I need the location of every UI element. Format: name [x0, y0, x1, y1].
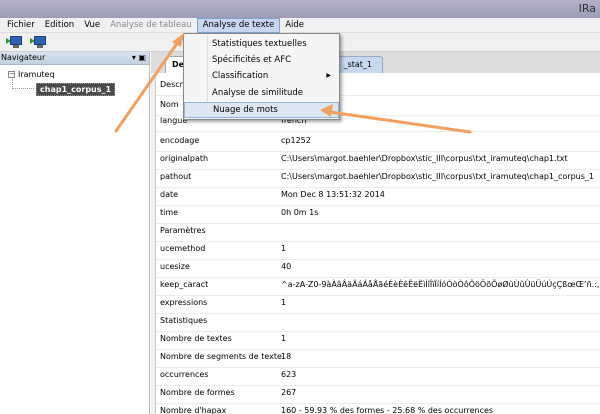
navigator-title: Navigateur	[1, 53, 46, 62]
property-key: Nombre de textes	[160, 334, 232, 343]
menu-item-label: Classification	[212, 71, 269, 81]
property-key: time	[160, 208, 179, 217]
tree-connector	[12, 79, 34, 89]
property-value: 18	[281, 352, 292, 361]
app-title: IRa	[578, 2, 596, 15]
property-key: occurrences	[160, 370, 209, 379]
title-bar: IRa	[0, 0, 600, 18]
property-value: C:\Users\margot.baehler\Dropbox\stic_III…	[281, 154, 568, 163]
property-key: ucemethod	[160, 244, 206, 253]
property-value: 40	[281, 262, 292, 271]
tree-node-corpus[interactable]: chap1_corpus_1	[36, 83, 116, 96]
property-key: Statistiques	[160, 316, 208, 325]
property-key: originalpath	[160, 154, 209, 163]
menu-bar: Fichier Edition Vue Analyse de tableau A…	[0, 17, 600, 33]
menu-item-specificites-afc[interactable]: Spécificités et AFC	[184, 52, 339, 68]
property-key: keep_caract	[160, 280, 209, 289]
menu-analyse-de-tableau[interactable]: Analyse de tableau	[105, 18, 197, 33]
property-key: Nom	[160, 100, 179, 109]
property-value: 0h 0m 1s	[281, 208, 319, 217]
property-value: 1	[281, 298, 287, 307]
submenu-arrow-icon: ▶	[326, 72, 331, 79]
property-value: 1	[281, 244, 287, 253]
property-value: C:\Users\margot.baehler\Dropbox\stic_III…	[281, 172, 595, 181]
property-value: 623	[281, 370, 297, 379]
menu-item-nuage-de-mots[interactable]: Nuage de mots	[184, 102, 339, 118]
menu-aide[interactable]: Aide	[280, 18, 309, 33]
monitor-icon	[10, 36, 22, 45]
menu-edition[interactable]: Edition	[40, 18, 79, 33]
navigator-header: Navigateur ▾ ▣	[0, 52, 149, 65]
tree-node-iramuteq[interactable]: − Iramuteq	[8, 70, 55, 79]
navigator-panel: Navigateur ▾ ▣ − Iramuteq chap1_corpus_1	[0, 52, 150, 414]
property-key: date	[160, 190, 179, 199]
monitor-stand-icon	[37, 45, 43, 48]
property-value: Mon Dec 8 13:51:32 2014	[281, 190, 385, 199]
menu-item-classification[interactable]: Classification ▶	[184, 68, 339, 84]
properties-table: Descrip Nom langue french encodage cp1252 …	[155, 73, 600, 414]
property-value: cp1252	[281, 136, 311, 145]
menu-analyse-de-texte[interactable]: Analyse de texte	[196, 17, 281, 33]
tree-node-label: Iramuteq	[18, 70, 55, 79]
property-key: pathout	[160, 172, 192, 181]
menu-fichier[interactable]: Fichier	[2, 18, 40, 33]
open-corpus-button[interactable]	[6, 35, 22, 49]
property-value: 160 - 59.93 % des formes - 25.68 % des o…	[281, 406, 494, 414]
property-value: 267	[281, 388, 297, 397]
monitor-stand-icon	[13, 45, 19, 48]
property-key: expressions	[160, 298, 208, 307]
analyse-de-texte-dropdown: Statistiques textuelles Spécificités et …	[183, 33, 340, 120]
menu-item-analyse-de-similitude[interactable]: Analyse de similitude	[184, 85, 339, 101]
open-analysis-button[interactable]	[30, 35, 46, 49]
property-key: ucesize	[160, 262, 190, 271]
menu-vue[interactable]: Vue	[79, 18, 105, 33]
property-value: 1	[281, 334, 287, 343]
property-key: Nombre de segments de texte	[160, 352, 282, 361]
collapse-icon[interactable]: −	[8, 71, 15, 78]
property-key: Paramètres	[160, 226, 206, 235]
property-key: Nombre d'hapax	[160, 406, 227, 414]
table-row: Nombre d'hapax 160 - 59.93 % des formes -…	[156, 399, 600, 414]
panel-controls-icon[interactable]: ▾ ▣	[132, 53, 146, 63]
property-key: encodage	[160, 136, 200, 145]
monitor-icon	[34, 36, 46, 45]
property-value: ^a-zA-Z0-9àÀâÂäÄáÁåÅãéÉèÈêÊëËìÌîÎïÏíÍóÓò…	[281, 280, 600, 289]
menu-item-statistiques-textuelles[interactable]: Statistiques textuelles	[184, 36, 339, 52]
property-key: Nombre de formes	[160, 388, 235, 397]
